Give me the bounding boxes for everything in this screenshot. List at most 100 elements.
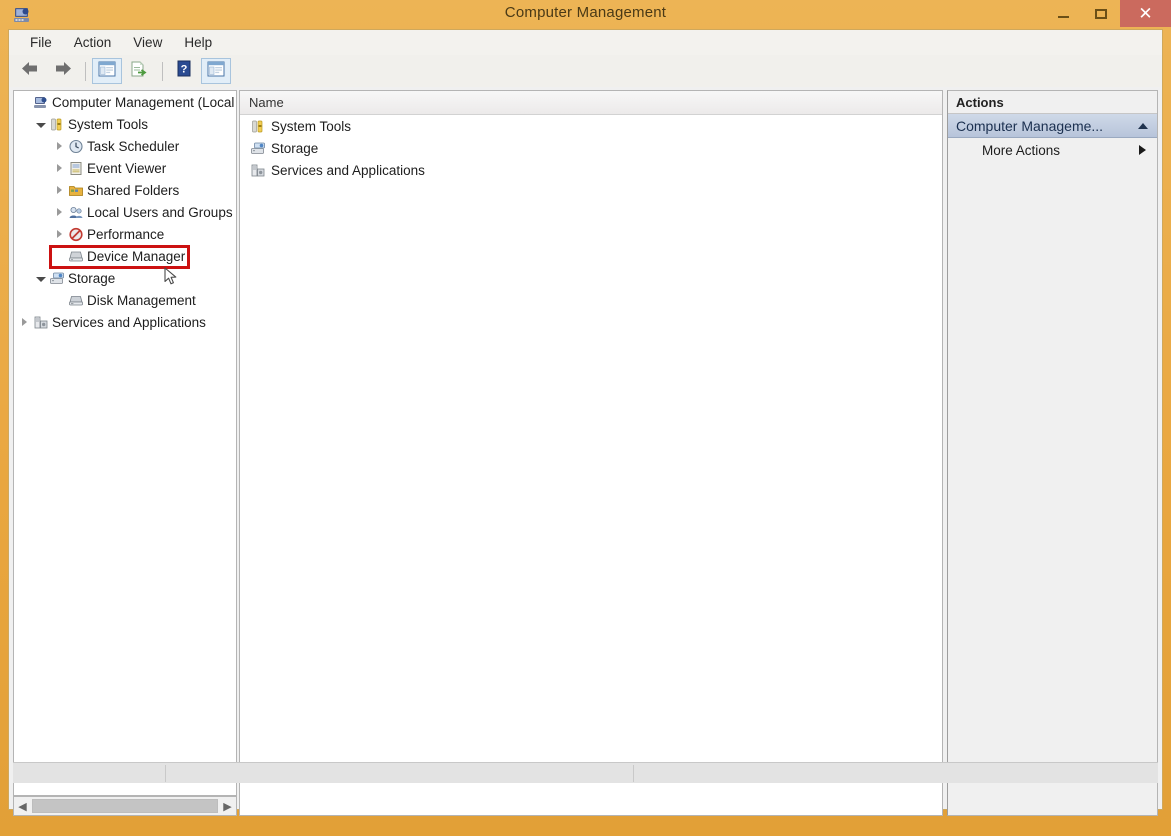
list-item[interactable]: Services and Applications xyxy=(240,159,942,181)
tree-node-label: Storage xyxy=(68,270,116,286)
tree-node-system-tools[interactable]: System Tools xyxy=(14,113,236,135)
tree-node-label: System Tools xyxy=(68,116,149,132)
client-area: File Action View Help ? Computer Managem… xyxy=(8,29,1163,816)
question-mark-icon: ? xyxy=(176,60,192,82)
export-list-icon xyxy=(130,61,148,82)
device-manager-icon xyxy=(67,249,85,264)
tree-node-label: Local Users and Groups xyxy=(87,204,233,220)
tree-node-local-users-and-groups[interactable]: Local Users and Groups xyxy=(14,201,236,223)
clock-icon xyxy=(67,139,85,154)
toolbar: ? xyxy=(9,55,1162,87)
scroll-left-icon[interactable]: ◀ xyxy=(14,798,31,815)
tree-twisty-expanded[interactable] xyxy=(33,275,48,282)
tree-node-label: Shared Folders xyxy=(87,182,180,198)
show-console-tree-button[interactable] xyxy=(92,58,122,84)
list-item-label: System Tools xyxy=(271,118,352,134)
tree-node-label: Services and Applications xyxy=(52,314,206,330)
panes-container: Computer Management (Local System Tools xyxy=(9,87,1162,816)
event-viewer-icon xyxy=(67,161,85,176)
title-bar: Computer Management ✕ xyxy=(0,0,1171,29)
toolbar-separator xyxy=(162,61,163,81)
status-bar xyxy=(13,762,1158,783)
actions-group-computer-management[interactable]: Computer Manageme... xyxy=(948,114,1157,138)
chevron-right-icon xyxy=(1139,145,1146,155)
menu-bar: File Action View Help xyxy=(9,30,1162,55)
tree-node-disk-management[interactable]: Disk Management xyxy=(14,289,236,311)
tree-node-label: Task Scheduler xyxy=(87,138,180,154)
column-header-name[interactable]: Name xyxy=(240,91,942,115)
show-action-pane-button[interactable] xyxy=(201,58,231,84)
storage-icon xyxy=(249,141,267,156)
list-item-label: Storage xyxy=(271,140,319,156)
menu-help[interactable]: Help xyxy=(173,32,223,53)
shared-folders-icon xyxy=(67,183,85,198)
toolbar-separator xyxy=(85,61,86,81)
menu-view[interactable]: View xyxy=(122,32,173,53)
more-actions-item[interactable]: More Actions xyxy=(948,138,1157,162)
performance-icon xyxy=(67,227,85,242)
maximize-icon xyxy=(1095,8,1107,19)
tree-node-computer-management[interactable]: Computer Management (Local xyxy=(14,91,236,113)
list-item-label: Services and Applications xyxy=(271,162,425,178)
right-arrow-icon xyxy=(53,60,72,82)
tree-twisty-collapsed[interactable] xyxy=(52,186,67,194)
menu-action[interactable]: Action xyxy=(63,32,123,53)
chevron-up-icon[interactable] xyxy=(1138,122,1148,129)
scroll-right-icon[interactable]: ▶ xyxy=(219,798,236,815)
svg-text:?: ? xyxy=(181,64,188,76)
close-icon: ✕ xyxy=(1138,4,1153,23)
tree-node-label: Event Viewer xyxy=(87,160,167,176)
close-button[interactable]: ✕ xyxy=(1120,0,1171,27)
system-tools-icon xyxy=(249,119,267,134)
actions-pane: Actions Computer Manageme... More Action… xyxy=(947,90,1158,816)
tree-node-services-and-applications[interactable]: Services and Applications xyxy=(14,311,236,333)
window-title: Computer Management xyxy=(504,4,667,21)
computer-icon xyxy=(32,95,50,110)
status-divider xyxy=(165,765,166,782)
left-arrow-icon xyxy=(21,60,40,82)
tree-node-label: Device Manager xyxy=(87,248,186,264)
console-tree-pane: Computer Management (Local System Tools xyxy=(13,90,237,796)
actions-group-label: Computer Manageme... xyxy=(956,117,1104,134)
menu-file[interactable]: File xyxy=(19,32,63,53)
help-button[interactable]: ? xyxy=(169,58,199,84)
tree-twisty-collapsed[interactable] xyxy=(52,164,67,172)
tree-node-shared-folders[interactable]: Shared Folders xyxy=(14,179,236,201)
storage-icon xyxy=(48,271,66,286)
action-pane-icon xyxy=(207,61,225,82)
tree-node-event-viewer[interactable]: Event Viewer xyxy=(14,157,236,179)
system-tools-icon xyxy=(48,117,66,132)
console-tree-icon xyxy=(98,61,116,82)
tree-node-performance[interactable]: Performance xyxy=(14,223,236,245)
tree-twisty-collapsed[interactable] xyxy=(17,318,32,326)
back-button[interactable] xyxy=(15,58,45,84)
minimize-icon xyxy=(1057,15,1069,18)
list-item[interactable]: Storage xyxy=(240,137,942,159)
tree-node-label: Disk Management xyxy=(87,292,196,308)
services-icon xyxy=(249,163,267,178)
tree-node-label: Computer Management (Local xyxy=(52,94,235,110)
more-actions-label: More Actions xyxy=(982,142,1061,158)
result-list-pane: Name System Tools Storage Services and A… xyxy=(239,90,943,816)
maximize-button[interactable] xyxy=(1082,0,1120,27)
scrollbar-thumb[interactable] xyxy=(32,799,218,813)
tree-twisty-collapsed[interactable] xyxy=(52,230,67,238)
forward-button[interactable] xyxy=(47,58,77,84)
export-list-button[interactable] xyxy=(124,58,154,84)
tree-horizontal-scrollbar[interactable]: ◀ ▶ xyxy=(13,796,237,816)
computer-management-window: Computer Management ✕ File Action View H… xyxy=(0,0,1171,836)
list-item[interactable]: System Tools xyxy=(240,115,942,137)
actions-pane-title: Actions xyxy=(948,91,1157,114)
tree-twisty-expanded[interactable] xyxy=(33,121,48,128)
tree-node-label: Performance xyxy=(87,226,165,242)
minimize-button[interactable] xyxy=(1044,0,1082,27)
services-icon xyxy=(32,315,50,330)
tree-node-storage[interactable]: Storage xyxy=(14,267,236,289)
tree-node-device-manager[interactable]: Device Manager xyxy=(14,245,236,267)
status-divider xyxy=(633,765,634,782)
tree-node-task-scheduler[interactable]: Task Scheduler xyxy=(14,135,236,157)
disk-management-icon xyxy=(67,293,85,308)
tree-twisty-collapsed[interactable] xyxy=(52,208,67,216)
users-icon xyxy=(67,205,85,220)
tree-twisty-collapsed[interactable] xyxy=(52,142,67,150)
